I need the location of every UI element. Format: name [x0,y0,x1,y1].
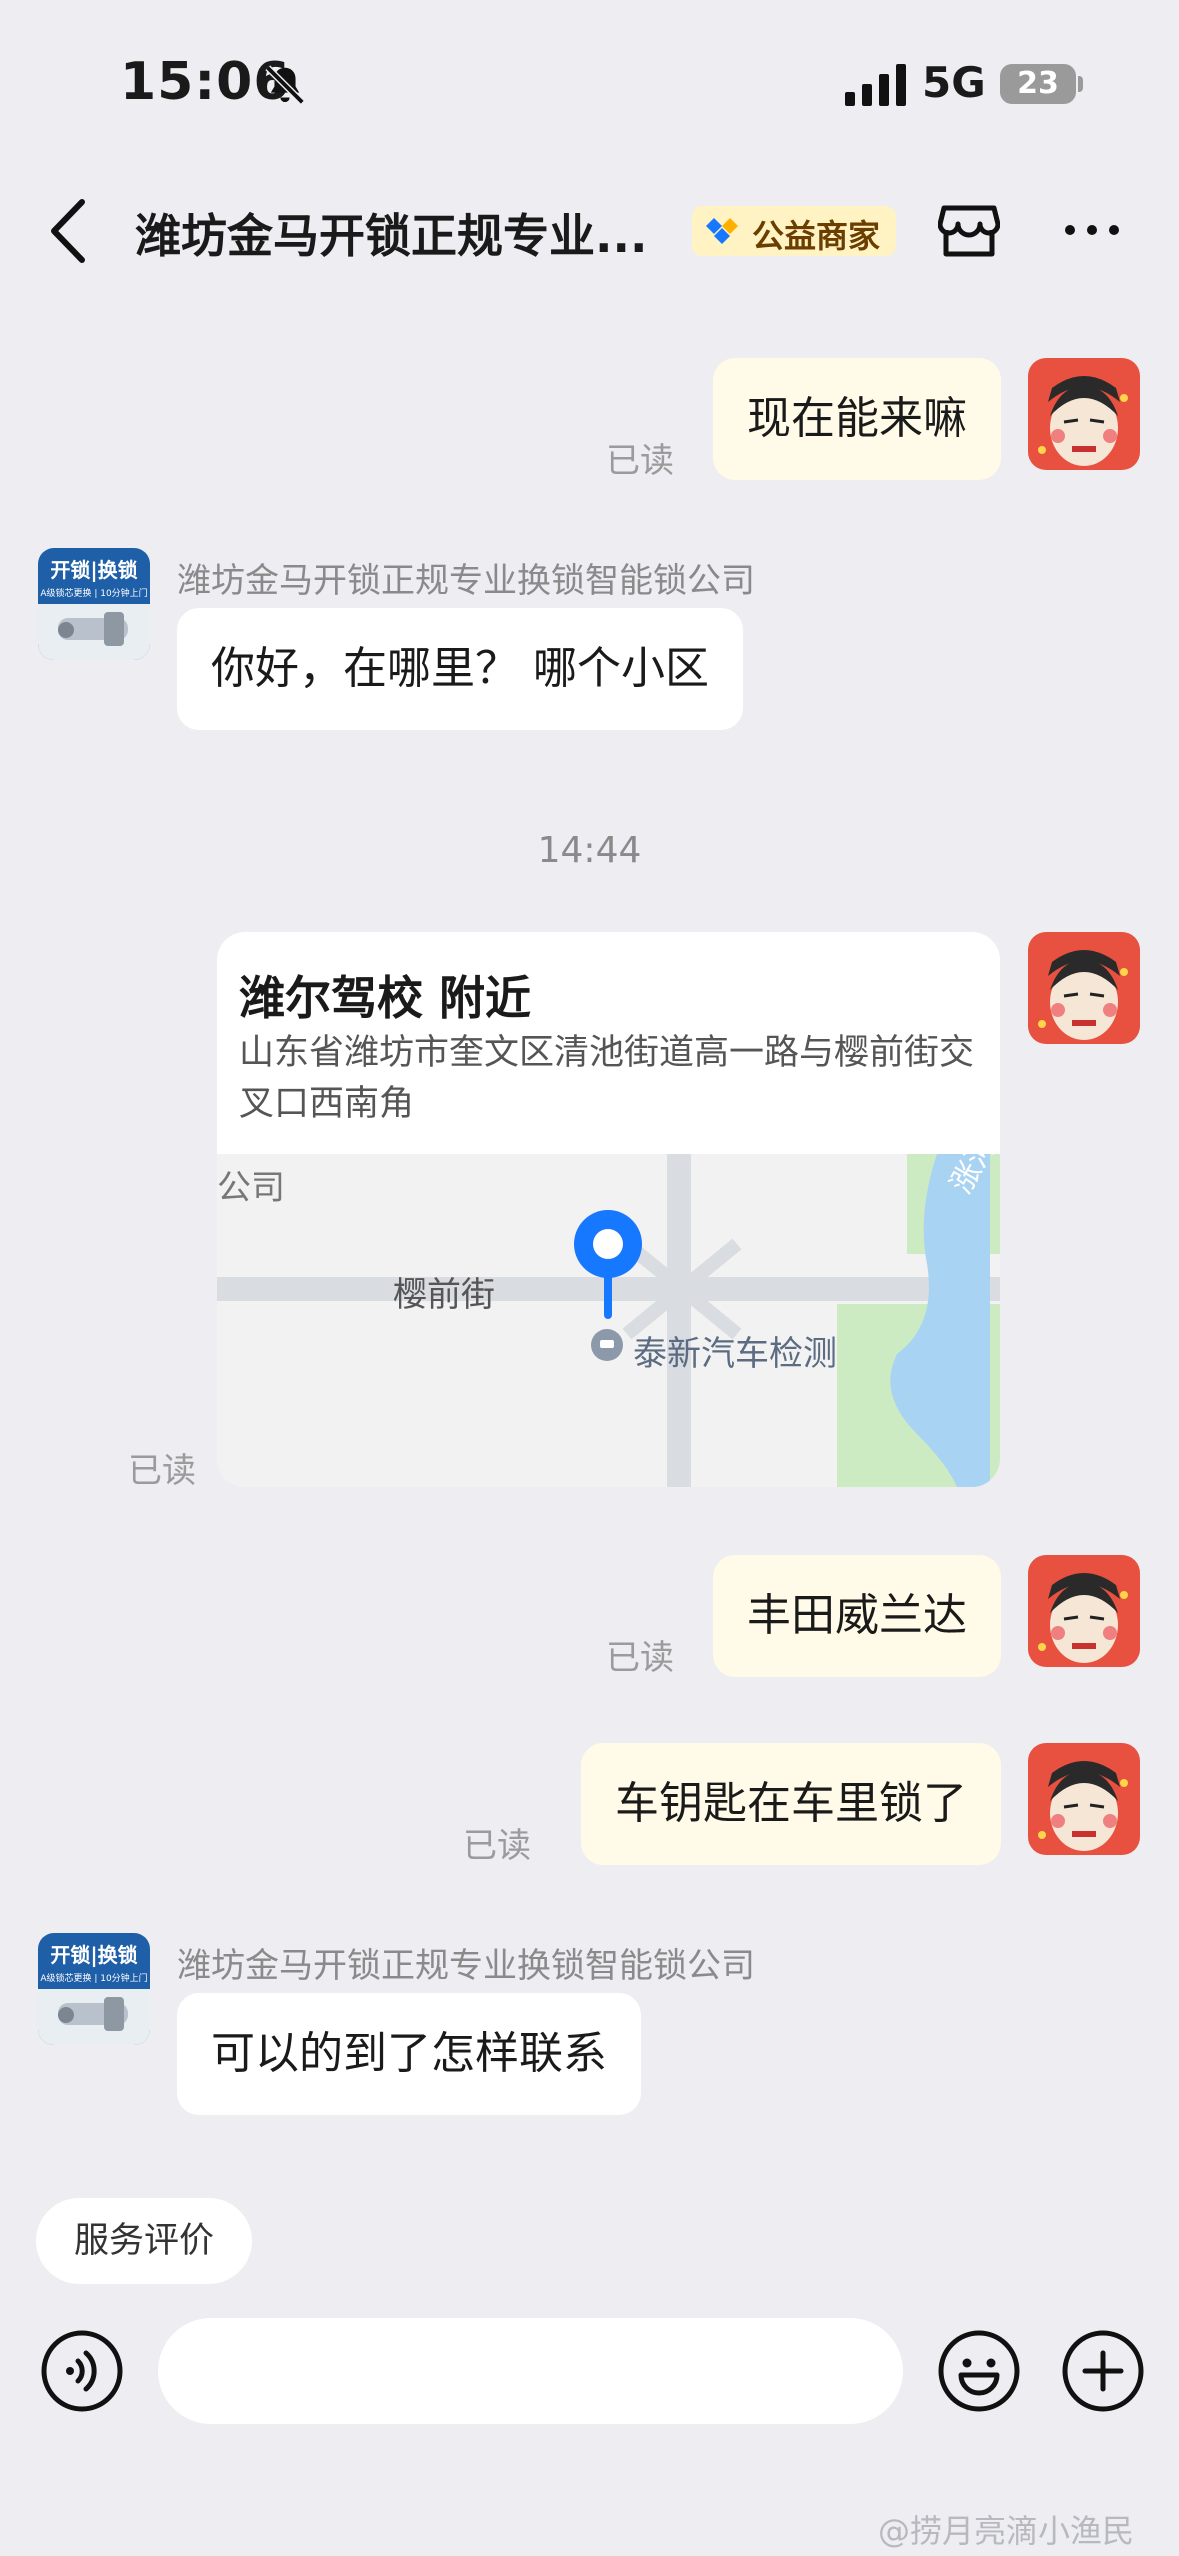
shop-avatar-text-2: 换锁 [97,558,138,582]
charity-diamond-icon [706,218,738,244]
charity-merchant-badge[interactable]: 公益商家 [692,206,896,256]
sender-name: 潍坊金马开锁正规专业换锁智能锁公司 [177,1946,755,1986]
shop-avatar-text-2: 换锁 [97,1943,138,1967]
read-status: 已读 [606,1638,674,1678]
battery-level: 23 [1017,66,1059,101]
message-bubble[interactable]: 可以的到了怎样联系 [177,1993,641,2115]
plus-icon[interactable] [1061,2329,1145,2413]
network-type: 5G [922,58,986,107]
location-card[interactable]: 潍尔驾校 附近 山东省潍坊市奎文区清池街道高一路与樱前街交叉口西南角 公司 樱前… [217,932,1000,1487]
battery-tip [1078,76,1083,92]
emoji-icon[interactable] [937,2329,1021,2413]
map-street-label: 樱前街 [393,1275,495,1315]
message-bubble[interactable]: 你好，在哪里？ 哪个小区 [177,608,743,730]
chat-title: 潍坊金马开锁正规专业... [135,209,648,263]
my-avatar[interactable] [1028,1555,1140,1667]
sender-name: 潍坊金马开锁正规专业换锁智能锁公司 [177,561,755,601]
read-status: 已读 [128,1451,196,1491]
message-bubble[interactable]: 车钥匙在车里锁了 [581,1743,1001,1865]
shop-avatar-text: 开锁 [50,558,91,582]
my-avatar[interactable] [1028,1743,1140,1855]
signal-icon [845,64,906,106]
map-label-corner: 公司 [217,1168,285,1208]
message-bubble[interactable]: 丰田威兰达 [713,1555,1001,1677]
location-title: 潍尔驾校 附近 [239,971,532,1025]
message-bubble[interactable]: 现在能来嘛 [713,358,1001,480]
battery-icon: 23 [1000,64,1076,104]
shop-avatar-text: 开锁 [50,1943,91,1967]
time-divider: 14:44 [537,830,642,871]
more-icon[interactable] [1062,218,1122,242]
location-map[interactable] [217,1154,1000,1487]
location-address: 山东省潍坊市奎文区清池街道高一路与樱前街交叉口西南角 [239,1033,975,1124]
read-status: 已读 [463,1826,531,1866]
shop-avatar[interactable]: 开锁|换锁 A级锁芯更换 | 10分钟上门 [38,1933,150,2045]
read-status: 已读 [606,441,674,481]
watermark: @捞月亮滴小渔民 [878,2512,1135,2550]
shop-avatar[interactable]: 开锁|换锁 A级锁芯更换 | 10分钟上门 [38,548,150,660]
map-poi-label: 泰新汽车检测 [633,1334,837,1374]
service-rating-chip[interactable]: 服务评价 [36,2198,252,2284]
my-avatar[interactable] [1028,358,1140,470]
voice-icon[interactable] [40,2329,124,2413]
back-arrow-icon[interactable] [46,196,92,266]
my-avatar[interactable] [1028,932,1140,1044]
shop-avatar-subtext: A级锁芯更换 | 10分钟上门 [40,589,148,599]
message-input[interactable] [158,2318,903,2424]
bell-off-icon [265,65,305,105]
badge-label: 公益商家 [752,217,881,255]
shop-avatar-subtext: A级锁芯更换 | 10分钟上门 [40,1974,148,1984]
store-icon[interactable] [938,200,1000,260]
